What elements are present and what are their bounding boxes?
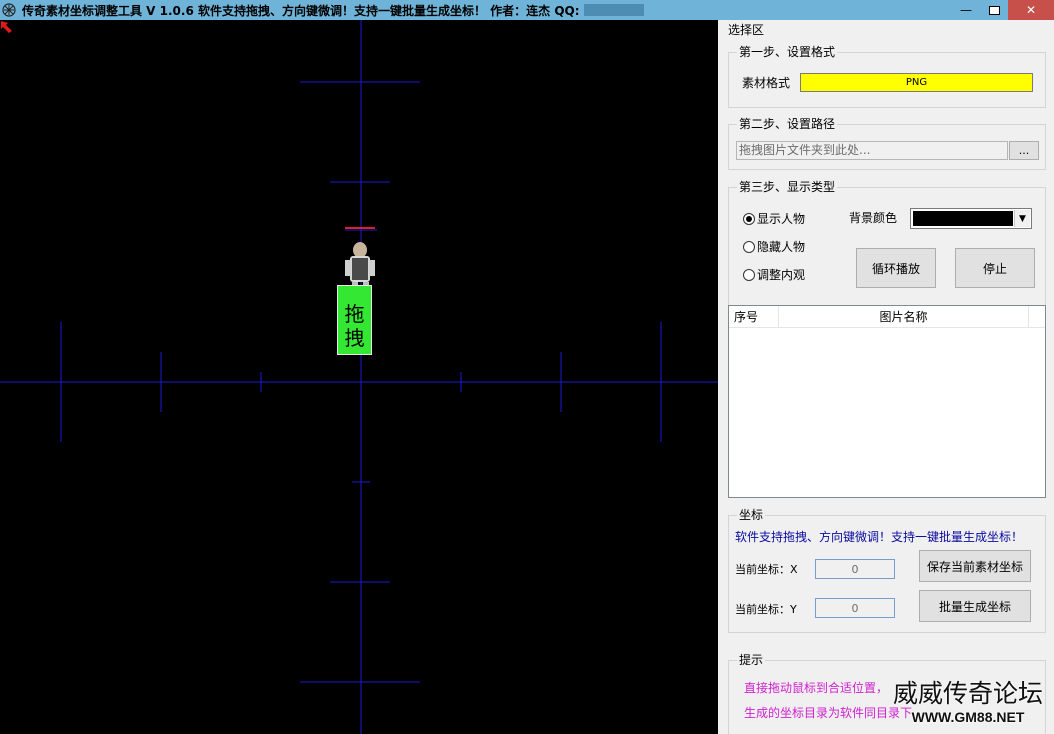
stop-button[interactable]: 停止: [955, 248, 1035, 288]
batch-generate-label: 批量生成坐标: [938, 599, 1011, 614]
watermark: 威威传奇论坛 WWW.GM88.NET: [888, 679, 1048, 725]
crosshair-grid: [0, 20, 718, 734]
close-icon: ✕: [1025, 3, 1037, 17]
maximize-button[interactable]: [980, 0, 1008, 20]
panel-title: 选择区: [728, 23, 765, 37]
format-label: 素材格式: [742, 76, 791, 90]
step3-group: 第三步、显示类型 显示人物 隐藏人物 调整内观 背景颜色 ▼ 循环播放 停止: [728, 180, 1046, 315]
y-coord-value: 0: [851, 601, 859, 615]
minimize-button[interactable]: —: [952, 0, 980, 20]
chevron-down-icon[interactable]: ▼: [1014, 210, 1030, 227]
loop-play-label: 循环播放: [871, 261, 920, 276]
step1-group: 第一步、设置格式 素材格式 PNG: [728, 45, 1046, 108]
minimize-icon: —: [960, 3, 972, 17]
radio-label: 显示人物: [757, 212, 806, 226]
x-coord-input[interactable]: 0: [815, 559, 895, 579]
save-coords-button[interactable]: 保存当前素材坐标: [919, 550, 1031, 582]
watermark-url: WWW.GM88.NET: [911, 709, 1025, 725]
coords-label: 坐标: [737, 508, 766, 522]
column-filename[interactable]: 图片名称: [779, 306, 1029, 327]
y-coord-label: 当前坐标：Y: [735, 603, 797, 616]
radio-unchecked-icon: [743, 240, 755, 253]
tips-label: 提示: [737, 653, 766, 667]
step1-label: 第一步、设置格式: [737, 45, 838, 59]
column-index[interactable]: 序号: [729, 306, 779, 327]
browse-button[interactable]: ...: [1009, 141, 1039, 160]
y-coord-input[interactable]: 0: [815, 598, 895, 618]
browse-label: ...: [1018, 144, 1030, 157]
table-header: 序号 图片名称: [729, 306, 1045, 328]
tip-line-2: 生成的坐标目录为软件同目录下: [744, 706, 913, 720]
radio-show-character[interactable]: 显示人物: [743, 210, 805, 227]
app-icon: [2, 3, 16, 17]
close-button[interactable]: ✕: [1008, 0, 1054, 20]
radio-unchecked-icon: [743, 268, 755, 281]
path-input[interactable]: 拖拽图片文件夹到此处...: [736, 141, 1008, 160]
radio-adjust-interior[interactable]: 调整内观: [743, 266, 805, 283]
x-coord-value: 0: [851, 562, 859, 576]
save-coords-label: 保存当前素材坐标: [926, 559, 1023, 574]
coords-group: 坐标 软件支持拖拽、方向键微调！支持一键批量生成坐标！ 当前坐标：X 0 当前坐…: [728, 508, 1046, 633]
radio-label: 隐藏人物: [757, 240, 806, 254]
radio-hide-character[interactable]: 隐藏人物: [743, 238, 805, 255]
loop-play-button[interactable]: 循环播放: [856, 248, 936, 288]
drag-label-1: 拖: [344, 302, 365, 326]
preview-canvas[interactable]: 拖 拽: [0, 20, 718, 734]
stop-label: 停止: [982, 261, 1007, 276]
drag-handle[interactable]: 拖 拽: [337, 285, 372, 355]
step2-group: 第二步、设置路径 拖拽图片文件夹到此处... ...: [728, 117, 1046, 170]
tip-line-1: 直接拖动鼠标到合适位置，: [744, 681, 889, 695]
bg-color-swatch: [913, 211, 1013, 226]
format-select[interactable]: PNG: [800, 73, 1033, 92]
maximize-icon: [988, 5, 1000, 15]
radio-checked-icon: [743, 212, 755, 225]
step2-label: 第二步、设置路径: [737, 117, 838, 131]
batch-generate-button[interactable]: 批量生成坐标: [919, 590, 1031, 622]
title-bar[interactable]: 传奇素材坐标调整工具 V 1.0.6 软件支持拖拽、方向键微调！支持一键批量生成…: [0, 0, 1054, 20]
redacted-qq: [583, 4, 644, 16]
watermark-title: 威威传奇论坛: [892, 679, 1043, 708]
step3-label: 第三步、显示类型: [737, 180, 838, 194]
path-placeholder: 拖拽图片文件夹到此处...: [739, 143, 871, 157]
x-coord-label: 当前坐标：X: [735, 563, 798, 576]
control-panel: 选择区 第一步、设置格式 素材格式 PNG 第二步、设置路径 拖拽图片文件夹到此…: [718, 20, 1054, 734]
bg-color-select[interactable]: ▼: [910, 208, 1032, 229]
coords-info: 软件支持拖拽、方向键微调！支持一键批量生成坐标！: [735, 530, 1024, 544]
arrow-up-left-icon: [1, 21, 12, 33]
window-title: 传奇素材坐标调整工具 V 1.0.6 软件支持拖拽、方向键微调！支持一键批量生成…: [22, 3, 580, 18]
drag-label-2: 拽: [344, 326, 365, 350]
bg-color-label: 背景颜色: [849, 211, 898, 225]
format-value: PNG: [905, 77, 928, 88]
radio-label: 调整内观: [757, 268, 806, 282]
file-list-table[interactable]: 序号 图片名称: [728, 305, 1046, 498]
